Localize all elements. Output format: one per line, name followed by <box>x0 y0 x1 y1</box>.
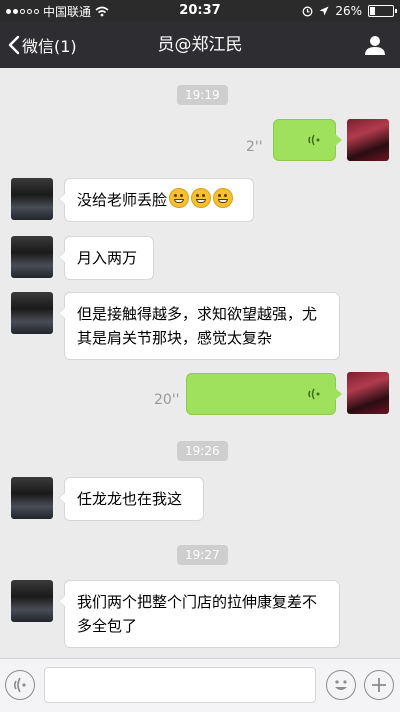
voice-duration: 2'' <box>246 139 263 155</box>
voice-wave-icon <box>308 388 320 400</box>
friend-avatar[interactable] <box>11 580 53 622</box>
nav-bar: 微信(1) 员@郑江民 <box>0 22 400 68</box>
contact-info-icon[interactable] <box>364 34 386 56</box>
input-bar <box>0 658 400 712</box>
grin-emoji-icon <box>213 188 234 208</box>
friend-avatar[interactable] <box>11 292 53 334</box>
alarm-icon <box>302 6 313 16</box>
battery-percent: 26% <box>335 4 362 18</box>
location-icon <box>319 6 329 16</box>
message-text: 月入两万 <box>77 249 138 267</box>
voice-input-button[interactable] <box>5 670 35 700</box>
message-list[interactable]: 19:19 2'' 没给老师丢脸 月入两万 但是接触得越多，求知欲望越强，尤其是… <box>0 68 400 658</box>
friend-avatar[interactable] <box>11 178 53 220</box>
text-message-bubble[interactable]: 任龙龙也在我这 <box>58 477 204 521</box>
grin-emoji-icon <box>169 188 190 208</box>
text-message-bubble[interactable]: 月入两万 <box>58 236 154 280</box>
text-message-bubble[interactable]: 但是接触得越多，求知欲望越强，尤其是肩关节那块，感觉太复杂 <box>58 292 340 360</box>
status-right: 26% <box>302 0 397 22</box>
more-options-button[interactable] <box>364 670 394 700</box>
timestamp: 19:19 <box>177 85 228 105</box>
status-bar: 中国联通 20:37 26% <box>0 0 400 22</box>
message-text: 任龙龙也在我这 <box>77 490 183 508</box>
text-message-bubble[interactable]: 没给老师丢脸 <box>58 178 254 222</box>
grin-emoji-icon <box>191 188 212 208</box>
smiley-icon <box>335 680 347 690</box>
plus-icon <box>372 678 386 692</box>
my-avatar[interactable] <box>347 372 389 414</box>
battery-icon <box>368 5 397 17</box>
voice-input-icon <box>13 677 26 693</box>
message-text: 没给老师丢脸 <box>77 191 168 209</box>
message-input[interactable] <box>44 667 316 703</box>
voice-message-bubble[interactable] <box>186 373 342 415</box>
voice-message-bubble[interactable] <box>273 119 342 161</box>
voice-wave-icon <box>308 134 320 146</box>
message-text: 但是接触得越多，求知欲望越强，尤其是肩关节那块，感觉太复杂 <box>77 305 318 347</box>
my-avatar[interactable] <box>347 119 389 161</box>
voice-duration: 20'' <box>154 392 180 408</box>
message-text: 我们两个把整个门店的拉伸康复差不多全包了 <box>77 593 318 635</box>
timestamp: 19:26 <box>177 441 228 461</box>
text-message-bubble[interactable]: 我们两个把整个门店的拉伸康复差不多全包了 <box>58 580 340 648</box>
friend-avatar[interactable] <box>11 477 53 519</box>
timestamp: 19:27 <box>177 545 228 565</box>
friend-avatar[interactable] <box>11 236 53 278</box>
emoji-button[interactable] <box>326 670 356 700</box>
chat-title: 员@郑江民 <box>157 35 243 55</box>
